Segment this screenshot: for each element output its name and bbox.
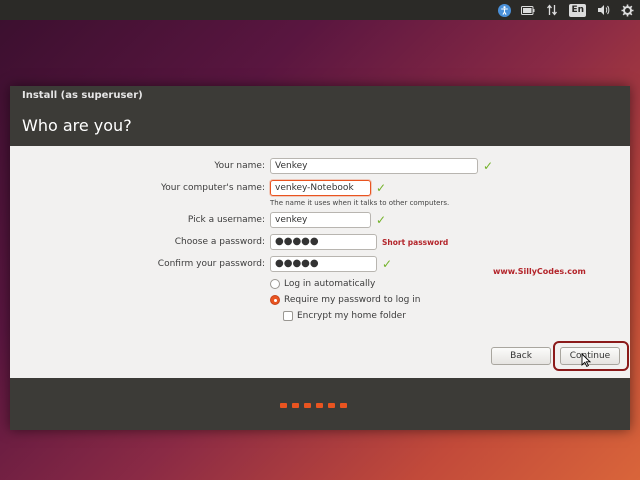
progress-step-dot	[280, 403, 287, 408]
username-valid-checkmark-icon: ✓	[376, 213, 387, 227]
window-titlebar: Install (as superuser) Who are you?	[10, 86, 630, 146]
mouse-cursor-icon	[581, 353, 591, 367]
encrypt-home-label[interactable]: Encrypt my home folder	[297, 311, 406, 321]
password-strength-text: Short password	[382, 238, 449, 247]
form-area: Your name: Venkey ✓ Your computer's name…	[10, 146, 630, 378]
computer-name-input[interactable]: venkey-Notebook	[270, 180, 371, 196]
name-valid-checkmark-icon: ✓	[483, 159, 494, 173]
username-label: Pick a username:	[187, 215, 265, 225]
confirm-password-input[interactable]: ●●●●●	[270, 256, 377, 272]
name-label: Your name:	[214, 161, 265, 171]
password-label: Choose a password:	[174, 237, 265, 247]
page-heading: Who are you?	[22, 116, 132, 135]
computer-name-valid-checkmark-icon: ✓	[376, 181, 387, 195]
network-arrows-icon[interactable]	[545, 3, 559, 17]
password-input[interactable]: ●●●●●	[270, 234, 377, 250]
watermark-text: www.SillyCodes.com	[493, 267, 586, 276]
accessibility-icon[interactable]	[497, 3, 511, 17]
installer-footer	[10, 378, 630, 430]
top-panel: En	[0, 0, 640, 20]
progress-step-dot	[340, 403, 347, 408]
installer-window: Install (as superuser) Who are you? Your…	[10, 86, 630, 430]
name-input[interactable]: Venkey	[270, 158, 478, 174]
volume-icon[interactable]	[596, 3, 610, 17]
computer-name-hint: The name it uses when it talks to other …	[270, 199, 450, 207]
language-indicator[interactable]: En	[569, 3, 586, 17]
confirm-password-valid-checkmark-icon: ✓	[382, 257, 393, 271]
require-password-radio[interactable]	[270, 295, 280, 305]
progress-step-dot	[328, 403, 335, 408]
progress-indicator	[280, 403, 347, 408]
battery-icon[interactable]	[521, 3, 535, 17]
back-button[interactable]: Back	[491, 347, 551, 365]
computer-name-label: Your computer's name:	[160, 183, 265, 193]
window-title: Install (as superuser)	[22, 90, 143, 101]
encrypt-home-checkbox[interactable]	[283, 311, 293, 321]
require-password-label[interactable]: Require my password to log in	[284, 295, 420, 305]
confirm-password-label: Confirm your password:	[157, 259, 265, 269]
log-in-automatically-label[interactable]: Log in automatically	[284, 279, 375, 289]
gear-icon[interactable]	[620, 3, 634, 17]
progress-step-dot	[316, 403, 323, 408]
username-input[interactable]: venkey	[270, 212, 371, 228]
log-in-automatically-radio[interactable]	[270, 279, 280, 289]
progress-step-dot	[304, 403, 311, 408]
progress-step-dot	[292, 403, 299, 408]
